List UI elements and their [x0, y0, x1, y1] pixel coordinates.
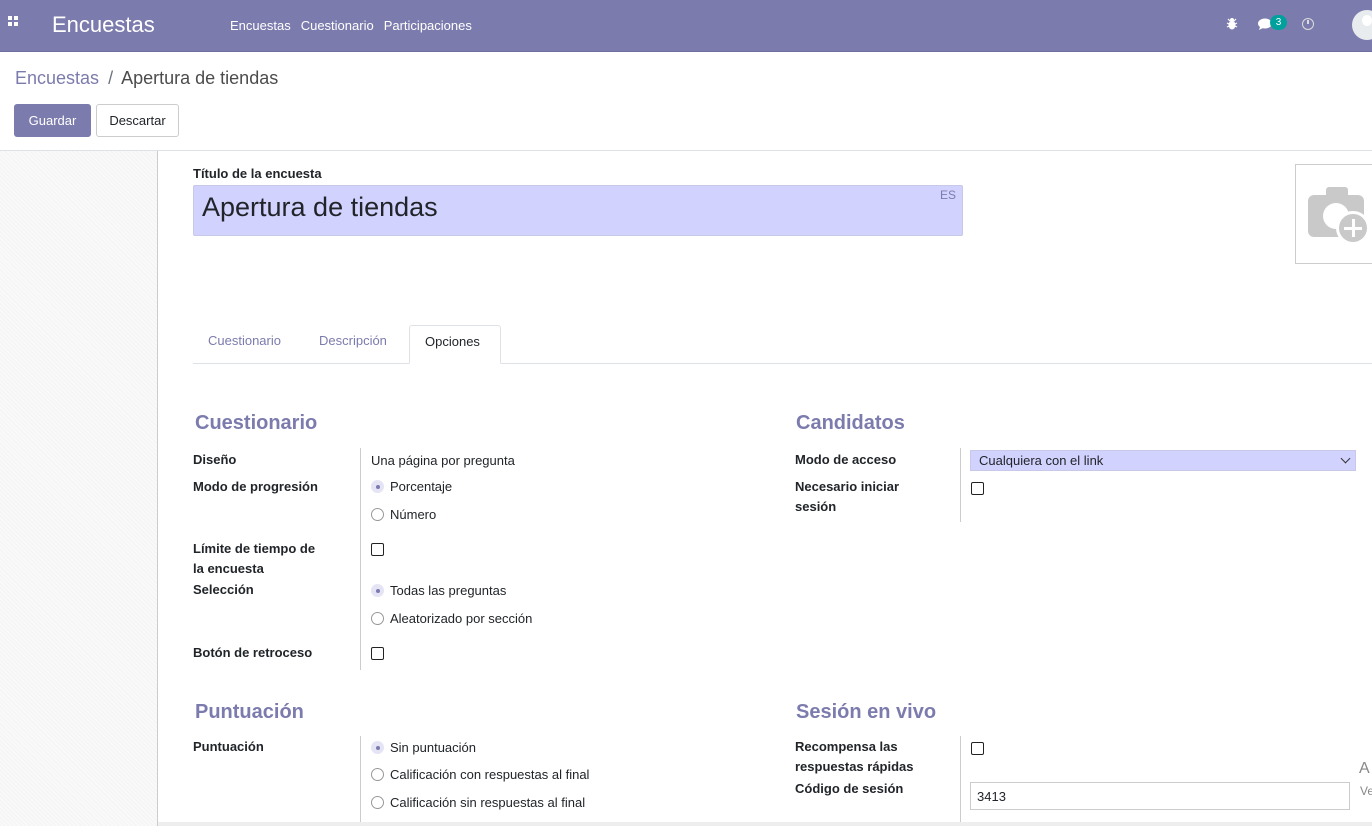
session-code-input[interactable]: 3413	[970, 782, 1350, 810]
title-label: Título de la encuesta	[193, 166, 322, 181]
menu-item-participaciones[interactable]: Participaciones	[384, 18, 472, 33]
main-menu: Encuestas Cuestionario Participaciones	[230, 18, 494, 33]
truncated-text: Ve	[1360, 784, 1372, 798]
top-navbar: Encuestas Encuestas Cuestionario Partici…	[0, 0, 1372, 52]
language-tag[interactable]: ES	[940, 188, 956, 202]
radio-calificacion-sin-respuestas[interactable]: Calificación sin respuestas al final	[371, 795, 585, 810]
access-mode-label: Modo de acceso	[795, 452, 897, 467]
reward-fast-label: Recompensa las respuestas rápidas	[795, 739, 914, 774]
systray: 3	[1226, 10, 1372, 40]
group-title-cuestionario: Cuestionario	[195, 412, 318, 434]
breadcrumb-parent[interactable]: Encuestas	[15, 68, 99, 88]
login-required-label: Necesario iniciar sesión	[795, 479, 900, 514]
tab-cuestionario[interactable]: Cuestionario	[208, 333, 281, 348]
radio-numero[interactable]: Número	[371, 507, 436, 522]
selection-label: Selección	[193, 582, 254, 597]
apps-menu-icon[interactable]	[8, 16, 22, 30]
puntuacion-label: Puntuación	[193, 739, 264, 754]
chat-count-badge: 3	[1270, 15, 1287, 30]
tabs-divider	[193, 363, 1372, 364]
title-value: Apertura de tiendas	[202, 192, 438, 222]
time-limit-label: Límite de tiempo de la encuesta	[193, 541, 316, 576]
field-divider	[360, 736, 361, 822]
tab-opciones[interactable]: Opciones	[409, 325, 501, 364]
group-title-candidatos: Candidatos	[796, 412, 905, 434]
reward-fast-checkbox[interactable]	[971, 742, 984, 755]
truncated-text: A	[1359, 760, 1370, 777]
menu-item-encuestas[interactable]: Encuestas	[230, 18, 291, 33]
radio-porcentaje[interactable]: Porcentaje	[371, 479, 452, 494]
session-code-label: Código de sesión	[795, 781, 904, 796]
breadcrumb: Encuestas / Apertura de tiendas	[15, 68, 278, 89]
chevron-down-icon	[1340, 453, 1351, 464]
radio-calificacion-con-respuestas[interactable]: Calificación con respuestas al final	[371, 767, 589, 782]
save-button[interactable]: Guardar	[14, 104, 91, 137]
image-upload[interactable]	[1295, 164, 1372, 264]
user-avatar[interactable]	[1352, 10, 1372, 40]
radio-aleatorizado[interactable]: Aleatorizado por sección	[371, 611, 532, 626]
field-divider	[960, 736, 961, 822]
bug-icon[interactable]	[1226, 17, 1238, 31]
clock-icon[interactable]	[1302, 18, 1314, 30]
tab-descripcion[interactable]: Descripción	[319, 333, 387, 348]
sheet-background	[0, 151, 158, 826]
title-input[interactable]: Apertura de tiendas ES	[193, 185, 963, 236]
sheet-bottom	[158, 822, 1372, 826]
field-divider	[960, 448, 961, 522]
diseno-label: Diseño	[193, 452, 237, 467]
breadcrumb-separator: /	[108, 68, 114, 88]
radio-sin-puntuacion[interactable]: Sin puntuación	[371, 740, 476, 755]
add-image-icon	[1336, 211, 1370, 245]
group-title-puntuacion: Puntuación	[195, 701, 304, 723]
access-mode-select[interactable]: Cualquiera con el link	[970, 450, 1356, 471]
group-title-sesion-en-vivo: Sesión en vivo	[796, 701, 937, 723]
back-button-label: Botón de retroceso	[193, 645, 313, 660]
time-limit-checkbox[interactable]	[371, 543, 384, 556]
discard-button[interactable]: Descartar	[96, 104, 179, 137]
control-panel-divider	[0, 150, 1372, 151]
login-required-checkbox[interactable]	[971, 482, 984, 495]
progression-label: Modo de progresión	[193, 479, 318, 494]
field-divider	[360, 448, 361, 670]
radio-todas-preguntas[interactable]: Todas las preguntas	[371, 583, 506, 598]
diseno-value[interactable]: Una página por pregunta	[371, 453, 515, 468]
breadcrumb-current: Apertura de tiendas	[121, 68, 279, 88]
menu-item-cuestionario[interactable]: Cuestionario	[301, 18, 374, 33]
back-button-checkbox[interactable]	[371, 647, 384, 660]
app-name[interactable]: Encuestas	[52, 12, 155, 38]
